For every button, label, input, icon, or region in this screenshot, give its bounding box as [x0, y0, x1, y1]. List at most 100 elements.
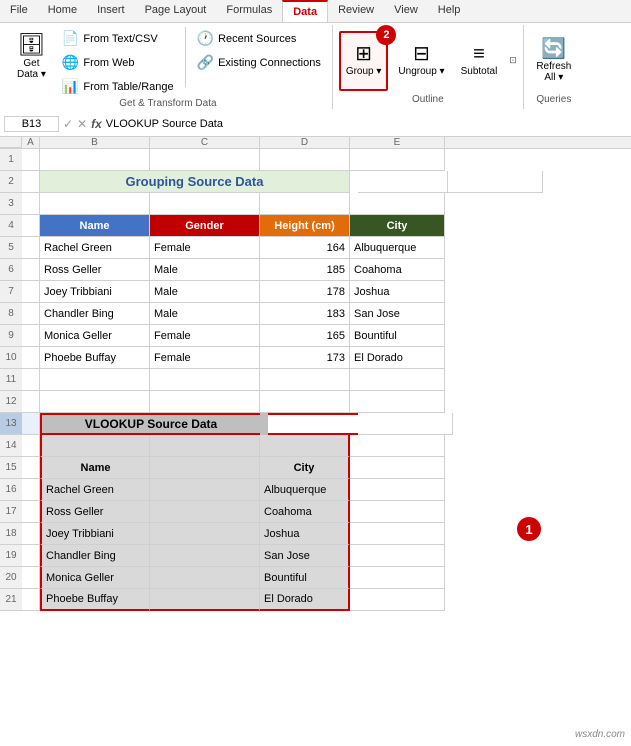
- row-header-18: 18: [0, 523, 22, 545]
- cell-reference[interactable]: B13: [4, 116, 59, 132]
- cell-b4[interactable]: Name: [40, 215, 150, 237]
- recent-sources-button[interactable]: 🕐 Recent Sources: [192, 27, 326, 50]
- cell-c2-merged: [350, 171, 358, 193]
- tab-review[interactable]: Review: [328, 0, 384, 22]
- refresh-all-button[interactable]: 🔄 RefreshAll ▾: [530, 31, 577, 91]
- cell-c1[interactable]: [150, 149, 260, 171]
- cell-c3[interactable]: [150, 193, 260, 215]
- table-row: 5 Rachel Green Female 164 Albuquerque: [0, 237, 631, 259]
- tab-data[interactable]: Data: [282, 0, 328, 22]
- formula-cross-icon[interactable]: ✕: [77, 117, 87, 131]
- col-header-e[interactable]: E: [350, 137, 445, 148]
- cell-d1[interactable]: [260, 149, 350, 171]
- cell-b20[interactable]: Monica Geller: [40, 567, 150, 589]
- get-transform-label: Get & Transform Data: [119, 98, 216, 111]
- existing-connections-button[interactable]: 🔗 Existing Connections: [192, 51, 326, 74]
- tab-page-layout[interactable]: Page Layout: [135, 0, 217, 22]
- cell-e10[interactable]: El Dorado: [350, 347, 445, 369]
- tab-home[interactable]: Home: [38, 0, 87, 22]
- row-header-14: 14: [0, 435, 22, 457]
- cell-d21[interactable]: El Dorado: [260, 589, 350, 611]
- tab-file[interactable]: File: [0, 0, 38, 22]
- cell-b1[interactable]: [40, 149, 150, 171]
- cell-d6[interactable]: 185: [260, 259, 350, 281]
- cell-b10[interactable]: Phoebe Buffay: [40, 347, 150, 369]
- tab-formulas[interactable]: Formulas: [216, 0, 282, 22]
- cell-d18[interactable]: Joshua: [260, 523, 350, 545]
- col-header-b[interactable]: B: [40, 137, 150, 148]
- cell-a4[interactable]: [22, 215, 40, 237]
- cell-c10[interactable]: Female: [150, 347, 260, 369]
- table-row: 9 Monica Geller Female 165 Bountiful: [0, 325, 631, 347]
- cell-a1[interactable]: [22, 149, 40, 171]
- cell-b19[interactable]: Chandler Bing: [40, 545, 150, 567]
- col-header-c[interactable]: C: [150, 137, 260, 148]
- cell-b17[interactable]: Ross Geller: [40, 501, 150, 523]
- cell-c9[interactable]: Female: [150, 325, 260, 347]
- tab-view[interactable]: View: [384, 0, 428, 22]
- cell-a2[interactable]: [22, 171, 40, 193]
- formula-check-icon[interactable]: ✓: [63, 117, 73, 131]
- cell-d3[interactable]: [260, 193, 350, 215]
- row-header-20: 20: [0, 567, 22, 589]
- cell-d8[interactable]: 183: [260, 303, 350, 325]
- cell-b13[interactable]: VLOOKUP Source Data: [40, 413, 260, 435]
- cell-e8[interactable]: San Jose: [350, 303, 445, 325]
- get-data-button[interactable]: 🗄 GetData ▾: [10, 27, 53, 87]
- cell-c4[interactable]: Gender: [150, 215, 260, 237]
- cell-b8[interactable]: Chandler Bing: [40, 303, 150, 325]
- cell-d2[interactable]: [358, 171, 448, 193]
- cell-c7[interactable]: Male: [150, 281, 260, 303]
- cell-d10[interactable]: 173: [260, 347, 350, 369]
- cell-b5[interactable]: Rachel Green: [40, 237, 150, 259]
- tab-help[interactable]: Help: [428, 0, 471, 22]
- from-table-button[interactable]: 📊 From Table/Range: [57, 75, 179, 98]
- cell-a3[interactable]: [22, 193, 40, 215]
- cell-d4[interactable]: Height (cm): [260, 215, 350, 237]
- cell-b16[interactable]: Rachel Green: [40, 479, 150, 501]
- col-header-a[interactable]: A: [22, 137, 40, 148]
- row-header-12: 12: [0, 391, 22, 413]
- cell-b3[interactable]: [40, 193, 150, 215]
- cell-d20[interactable]: Bountiful: [260, 567, 350, 589]
- cell-b9[interactable]: Monica Geller: [40, 325, 150, 347]
- cell-d15[interactable]: City: [260, 457, 350, 479]
- cell-e3[interactable]: [350, 193, 445, 215]
- cell-e7[interactable]: Joshua: [350, 281, 445, 303]
- connections-icon: 🔗: [197, 54, 214, 71]
- cell-d5[interactable]: 164: [260, 237, 350, 259]
- web-icon: 🌐: [62, 54, 79, 71]
- cell-b6[interactable]: Ross Geller: [40, 259, 150, 281]
- table-row: 21 Phoebe Buffay El Dorado: [0, 589, 631, 611]
- cell-d16[interactable]: Albuquerque: [260, 479, 350, 501]
- cell-e1[interactable]: [350, 149, 445, 171]
- cell-b2[interactable]: Grouping Source Data: [40, 171, 350, 193]
- cell-d7[interactable]: 178: [260, 281, 350, 303]
- cell-b15[interactable]: Name: [40, 457, 150, 479]
- subtotal-button[interactable]: ≡ Subtotal: [455, 31, 504, 91]
- from-text-csv-button[interactable]: 📄 From Text/CSV: [57, 27, 179, 50]
- existing-connections-label: Existing Connections: [218, 57, 321, 69]
- cell-e2[interactable]: [448, 171, 543, 193]
- tab-insert[interactable]: Insert: [87, 0, 135, 22]
- row-header-15: 15: [0, 457, 22, 479]
- cell-e4[interactable]: City: [350, 215, 445, 237]
- cell-b7[interactable]: Joey Tribbiani: [40, 281, 150, 303]
- cell-b21[interactable]: Phoebe Buffay: [40, 589, 150, 611]
- cell-d17[interactable]: Coahoma: [260, 501, 350, 523]
- refresh-icon: 🔄: [541, 39, 566, 59]
- cell-e9[interactable]: Bountiful: [350, 325, 445, 347]
- text-csv-icon: 📄: [62, 30, 79, 47]
- cell-e5[interactable]: Albuquerque: [350, 237, 445, 259]
- cell-d9[interactable]: 165: [260, 325, 350, 347]
- cell-b18[interactable]: Joey Tribbiani: [40, 523, 150, 545]
- col-header-d[interactable]: D: [260, 137, 350, 148]
- cell-c6[interactable]: Male: [150, 259, 260, 281]
- formula-input[interactable]: [106, 118, 627, 130]
- cell-c5[interactable]: Female: [150, 237, 260, 259]
- cell-e6[interactable]: Coahoma: [350, 259, 445, 281]
- ungroup-button[interactable]: ⊟ Ungroup ▾: [392, 31, 450, 91]
- cell-d19[interactable]: San Jose: [260, 545, 350, 567]
- from-web-button[interactable]: 🌐 From Web: [57, 51, 179, 74]
- cell-c8[interactable]: Male: [150, 303, 260, 325]
